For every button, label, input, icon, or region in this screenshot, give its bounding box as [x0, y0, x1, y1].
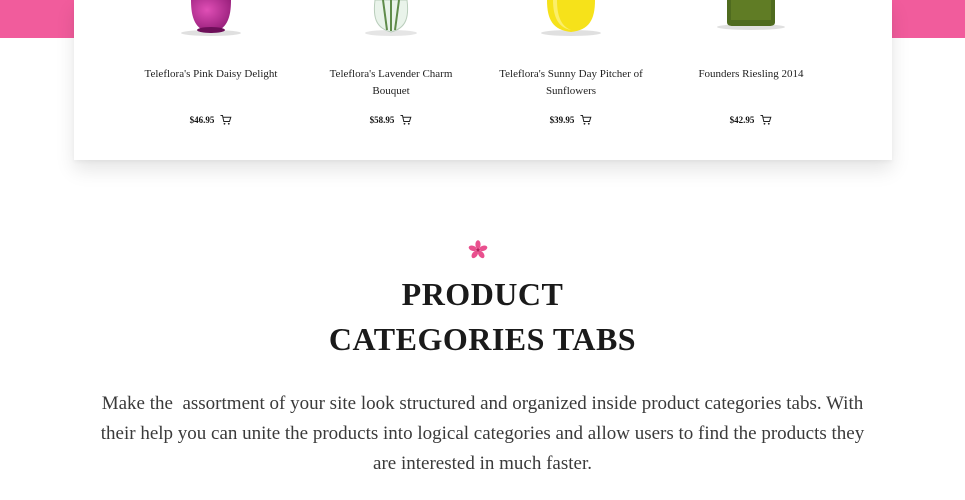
product-price: $58.95 — [369, 115, 395, 125]
product-carousel-card: Teleflora's Pink Daisy Delight $46.95 Te… — [74, 0, 892, 160]
price-row: $46.95 — [131, 114, 291, 126]
price-row: $58.95 — [311, 114, 471, 126]
section-title: PRODUCT CATEGORIES TABS — [0, 272, 965, 362]
product-name[interactable]: Teleflora's Pink Daisy Delight — [131, 66, 291, 83]
product-card[interactable]: Teleflora's Pink Daisy Delight $46.95 — [131, 0, 291, 160]
yellow-pitcher-icon[interactable] — [491, 0, 651, 40]
cart-icon[interactable] — [400, 114, 412, 126]
product-name[interactable]: Teleflora's Sunny Day Pitcher of Sunflow… — [491, 66, 651, 100]
product-card[interactable]: Teleflora's Sunny Day Pitcher of Sunflow… — [491, 0, 651, 160]
section-title-line-1: PRODUCT — [401, 276, 564, 312]
cart-icon[interactable] — [220, 114, 232, 126]
product-price: $46.95 — [189, 115, 215, 125]
product-card[interactable]: Founders Riesling 2014 $42.95 — [671, 0, 831, 160]
flower-icon — [468, 240, 488, 259]
pink-vase-icon[interactable] — [131, 0, 291, 40]
section-description: Make the assortment of your site look st… — [100, 393, 869, 474]
price-row: $39.95 — [491, 114, 651, 126]
product-card[interactable]: Teleflora's Lavender Charm Bouquet $58.9… — [311, 0, 471, 160]
cart-icon[interactable] — [760, 114, 772, 126]
product-name[interactable]: Founders Riesling 2014 — [671, 66, 831, 83]
price-row: $42.95 — [671, 114, 831, 126]
glass-vase-icon[interactable] — [311, 0, 471, 40]
product-price: $42.95 — [729, 115, 755, 125]
wine-bottle-icon[interactable] — [671, 0, 831, 40]
product-price: $39.95 — [549, 115, 575, 125]
product-name[interactable]: Teleflora's Lavender Charm Bouquet — [311, 66, 471, 100]
section-title-line-2: CATEGORIES TABS — [328, 321, 637, 357]
cart-icon[interactable] — [580, 114, 592, 126]
